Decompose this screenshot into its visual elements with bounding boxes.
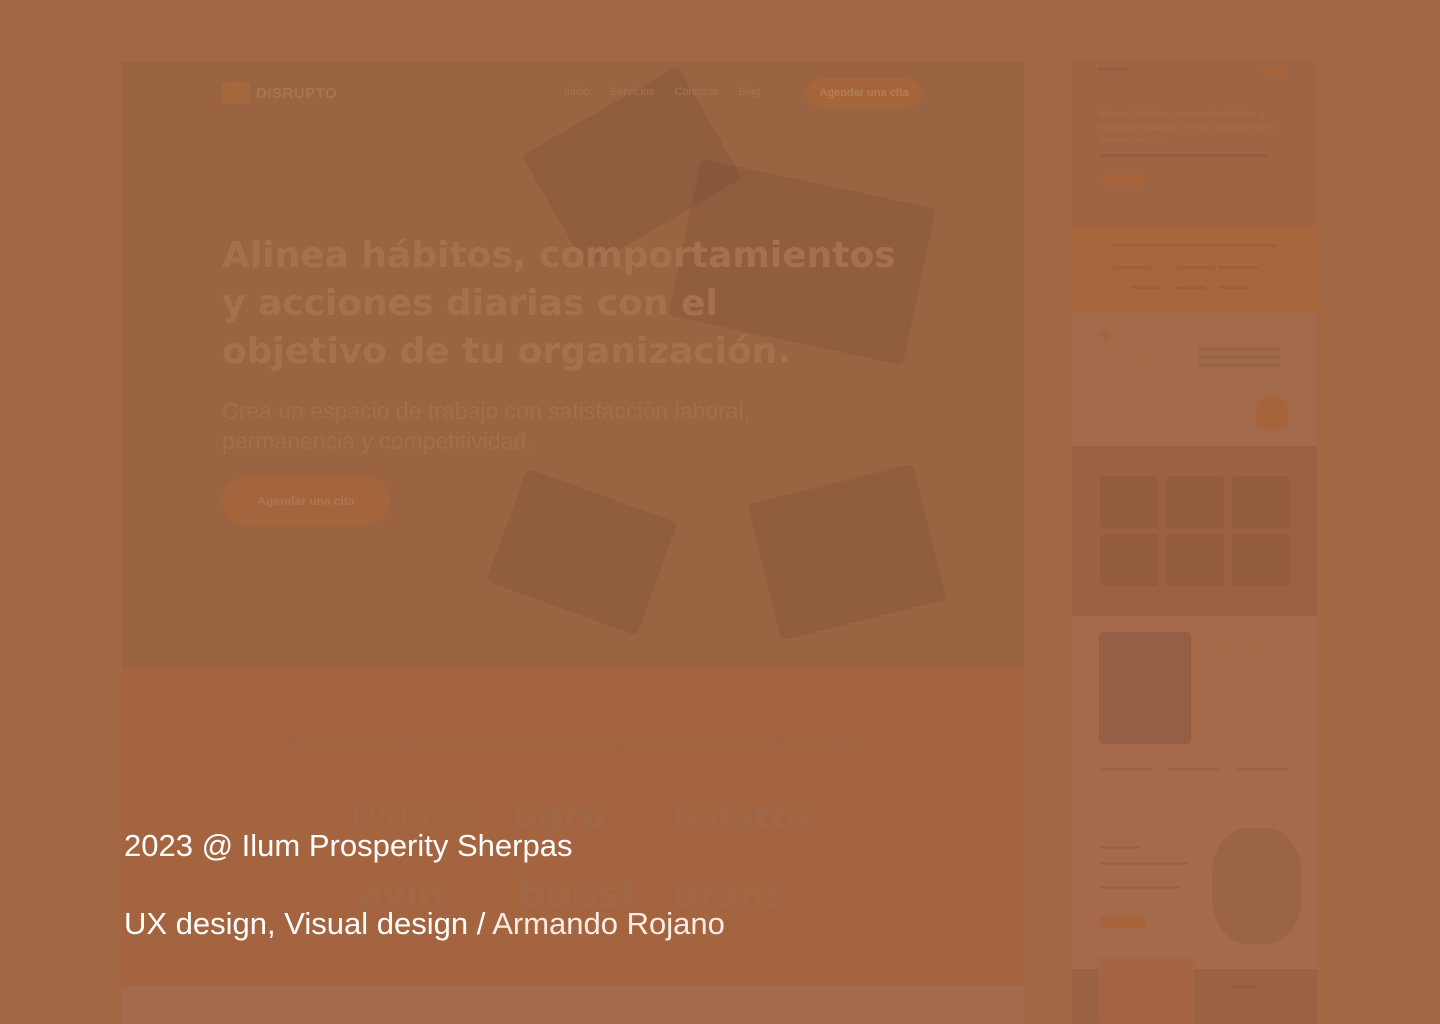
- thumb-team-feature: [1168, 768, 1220, 771]
- thumb-contact: [1072, 812, 1317, 969]
- thumb-hero: Alinea hábitos, comportamientos y accion…: [1072, 62, 1317, 226]
- thumb-hero-cta: [1099, 174, 1145, 186]
- logo-mark-icon: [222, 82, 250, 104]
- hero-title: Alinea hábitos, comportamientos y accion…: [222, 232, 922, 376]
- thumb-logo-item: [1218, 266, 1258, 269]
- thumb-logo: [1098, 68, 1128, 71]
- thumb-team-feature: [1100, 768, 1152, 771]
- thumb-logo-item: [1176, 266, 1216, 269]
- thumb-talent-icon: [1100, 330, 1110, 340]
- nav-link-inicio[interactable]: Inicio: [564, 86, 590, 98]
- thumb-service-card: [1232, 534, 1290, 586]
- website-mockup: DISRUPTO Inicio Servicios Contacto Blog …: [122, 62, 1024, 1024]
- thumb-contact-title: [1100, 846, 1140, 849]
- hero-subtitle-line: permanencia y competitividad.: [222, 428, 533, 454]
- thumb-nav-cta: [1258, 66, 1288, 74]
- thumb-service-card: [1100, 476, 1158, 528]
- thumb-talent: Retén el talento y libera el potencial d…: [1072, 312, 1317, 446]
- logo-text: DISRUPTO: [256, 84, 338, 102]
- hero-photo-object: [747, 463, 947, 641]
- hero-title-line: objetivo de tu organización.: [222, 331, 792, 372]
- thumb-footer-link: [1232, 985, 1256, 988]
- hero-title-line: y acciones diarias con el: [222, 283, 718, 324]
- hero-subtitle-line: Crea un espacio de trabajo con satisfacc…: [222, 398, 751, 424]
- thumb-footer: [1072, 957, 1317, 1024]
- nav-link-blog[interactable]: Blog: [738, 86, 760, 98]
- thumb-logo-item: [1112, 266, 1152, 269]
- hero-title-line: Alinea hábitos, comportamientos: [222, 235, 896, 276]
- thumb-service-card: [1100, 534, 1158, 586]
- caption-roles: UX design, Visual design /: [124, 906, 486, 941]
- hero-schedule-button[interactable]: Agendar una cita: [222, 476, 390, 526]
- thumb-talent-title: Retén el talento y libera el potencial d…: [1099, 347, 1188, 384]
- site-logo[interactable]: DISRUPTO: [222, 82, 337, 104]
- full-page-thumbnail: Alinea hábitos, comportamientos y accion…: [1072, 62, 1317, 1024]
- thumb-footer-card: [1099, 957, 1195, 1024]
- next-section-edge: [122, 986, 1024, 1024]
- thumb-hero-title: Alinea hábitos, comportamientos y accion…: [1099, 109, 1277, 146]
- companies-title: Compañías que se han sumado a hacer las …: [287, 734, 859, 754]
- thumb-contact-illustration: [1212, 828, 1302, 944]
- caption-year-client: 2023 @ Ilum Prosperity Sherpas: [124, 828, 573, 863]
- nav-link-contacto[interactable]: Contacto: [674, 86, 718, 98]
- thumb-logo-item: [1132, 286, 1162, 289]
- caption-credits: UX design, Visual design / Armando Rojan…: [124, 904, 725, 944]
- thumb-service-card: [1166, 534, 1224, 586]
- hero-photo-object: [486, 468, 678, 636]
- thumb-talent-badge: [1255, 396, 1289, 430]
- thumb-contact-subtitle: [1100, 862, 1188, 865]
- hero-subtitle: Crea un espacio de trabajo con satisfacc…: [222, 396, 902, 456]
- top-navigation: DISRUPTO Inicio Servicios Contacto Blog …: [122, 62, 1024, 124]
- nav-links: Inicio Servicios Contacto Blog: [564, 86, 760, 98]
- thumb-talent-text: [1198, 356, 1280, 359]
- thumb-service-card: [1166, 476, 1224, 528]
- thumb-talent-text: [1198, 348, 1280, 351]
- thumb-talent-text: [1198, 364, 1280, 367]
- thumb-team-photo: [1099, 632, 1191, 744]
- caption-author: Armando Rojano: [492, 906, 725, 941]
- nav-schedule-button[interactable]: Agendar una cita: [806, 78, 922, 108]
- thumb-team: Retén el talento y crea un mejor espacio…: [1072, 616, 1317, 812]
- hero-section: DISRUPTO Inicio Servicios Contacto Blog …: [122, 62, 1024, 668]
- thumb-hero-sub: [1099, 154, 1269, 157]
- thumb-team-title: Retén el talento y crea un mejor espacio…: [1198, 635, 1286, 672]
- thumb-services-grid: [1072, 446, 1317, 616]
- thumb-logo-item: [1220, 286, 1250, 289]
- thumb-team-feature: [1236, 768, 1288, 771]
- thumb-service-card: [1232, 476, 1290, 528]
- brand-logo-balatto: balatto: [672, 798, 810, 838]
- thumb-logos: [1072, 226, 1317, 312]
- thumb-logo-item: [1176, 286, 1206, 289]
- thumb-contact-text: [1100, 886, 1180, 889]
- nav-link-servicios[interactable]: Servicios: [610, 86, 655, 98]
- thumb-logos-title: [1112, 244, 1277, 247]
- thumb-contact-cta: [1100, 916, 1146, 928]
